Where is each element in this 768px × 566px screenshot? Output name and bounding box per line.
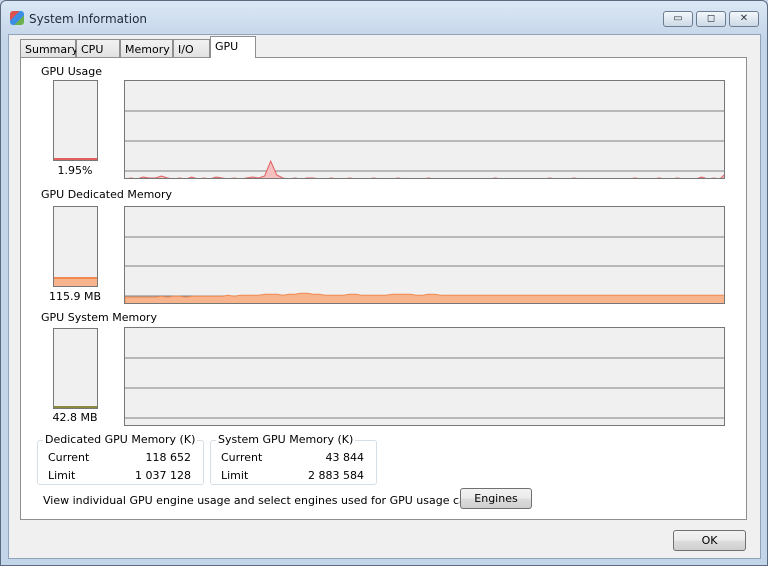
gpu-usage-value: 1.95% [57, 164, 93, 177]
gpu-system-graph [124, 327, 725, 426]
gpu-dedicated-bar-fill [54, 277, 97, 286]
gpu-system-label: GPU System Memory [41, 311, 157, 324]
limit-label: Limit [221, 469, 249, 482]
tab-cpu[interactable]: CPU [76, 39, 120, 58]
group-title: Dedicated GPU Memory (K) [43, 433, 198, 446]
gpu-dedicated-label: GPU Dedicated Memory [41, 188, 173, 201]
system-memory-group: System GPU Memory (K) Current 43 844 Lim… [210, 433, 377, 485]
client-area: Summary CPU Memory I/O GPU GPU Usage 1.9… [8, 34, 761, 559]
current-label: Current [221, 451, 263, 464]
gpu-dedicated-graph [124, 206, 725, 304]
gpu-system-bar-fill [54, 406, 97, 408]
limit-value: 2 883 584 [308, 469, 364, 482]
history-series [125, 292, 724, 303]
limit-value: 1 037 128 [135, 469, 191, 482]
tab-gpu[interactable]: GPU [210, 36, 256, 58]
system-information-window: System Information ▭ ◻ ✕ Summary CPU Mem… [0, 0, 768, 566]
gpu-dedicated-value: 115.9 MB [48, 290, 102, 303]
window-title: System Information [29, 12, 148, 26]
minimize-button[interactable]: ▭ [663, 11, 693, 27]
gpu-panel: GPU Usage 1.95% GPU Dedicated Memory 115… [20, 57, 747, 520]
tab-summary[interactable]: Summary [20, 39, 78, 58]
gpu-system-bar [53, 328, 98, 409]
gpu-usage-bar-fill [54, 158, 97, 160]
ok-button[interactable]: OK [673, 530, 746, 551]
group-title: System GPU Memory (K) [216, 433, 356, 446]
close-button[interactable]: ✕ [729, 11, 759, 27]
gpu-system-value: 42.8 MB [52, 411, 98, 424]
engines-description: View individual GPU engine usage and sel… [43, 494, 523, 507]
gpu-dedicated-bar [53, 206, 98, 287]
gpu-usage-graph [124, 80, 725, 179]
engines-button[interactable]: Engines [460, 488, 532, 509]
dedicated-memory-group: Dedicated GPU Memory (K) Current 118 652… [37, 433, 204, 485]
app-icon [10, 11, 24, 25]
tab-io[interactable]: I/O [173, 39, 210, 58]
current-value: 118 652 [145, 451, 192, 464]
maximize-button[interactable]: ◻ [696, 11, 726, 27]
tab-memory[interactable]: Memory [120, 39, 173, 58]
current-label: Current [48, 451, 90, 464]
gpu-usage-label: GPU Usage [41, 65, 102, 78]
gpu-usage-bar [53, 80, 98, 161]
limit-label: Limit [48, 469, 76, 482]
current-value: 43 844 [325, 451, 365, 464]
history-series [128, 159, 724, 178]
